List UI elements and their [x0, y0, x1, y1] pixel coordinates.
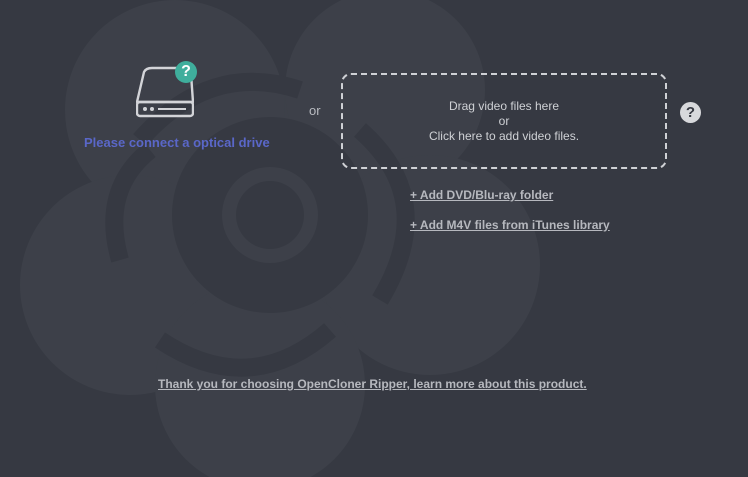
learn-more-footer-link[interactable]: Thank you for choosing OpenCloner Ripper… — [158, 377, 587, 391]
drop-zone-line-1: Drag video files here — [448, 98, 560, 113]
help-icon[interactable]: ? — [680, 102, 701, 123]
add-dvd-bluray-folder-link[interactable]: + Add DVD/Blu-ray folder — [410, 188, 553, 202]
video-drop-zone[interactable]: Drag video files here or Click here to a… — [341, 73, 667, 169]
question-badge-icon[interactable]: ? — [175, 61, 197, 83]
add-m4v-itunes-link[interactable]: + Add M4V files from iTunes library — [410, 218, 610, 232]
optical-drive-area: ? Please connect a optical drive — [84, 60, 284, 160]
drop-zone-line-2: or — [498, 113, 510, 128]
drop-zone-line-3: Click here to add video files. — [428, 128, 580, 143]
optical-drive-status-label: Please connect a optical drive — [84, 135, 270, 150]
or-separator: or — [309, 103, 321, 118]
